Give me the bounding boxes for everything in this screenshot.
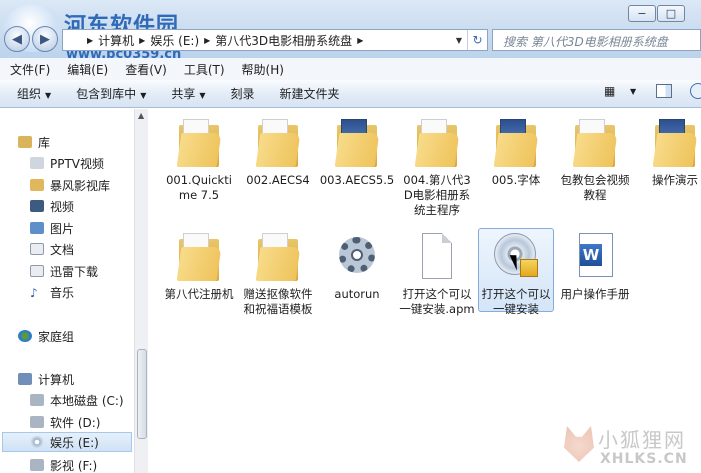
preview-pane-icon[interactable] <box>656 84 672 98</box>
search-input[interactable]: 搜索 第八代3D电影相册系统盘 <box>492 29 701 51</box>
nav-item-drive-f[interactable]: 影视 (F:) <box>30 455 97 473</box>
breadcrumb-drive-e[interactable]: 娱乐 (E:) <box>147 32 202 49</box>
menu-tools[interactable]: 工具(T) <box>174 61 232 78</box>
menu-file[interactable]: 文件(F) <box>0 61 57 78</box>
scroll-up-icon[interactable]: ▲ <box>138 111 144 120</box>
chevron-right-icon[interactable]: ▶ <box>137 36 147 45</box>
command-bar: 组织 ▼ 包含到库中 ▼ 共享 ▼ 刻录 新建文件夹 <box>0 80 701 108</box>
drive-icon <box>30 416 44 428</box>
file-item-installer[interactable]: 打开这个可以一键安装 <box>478 228 554 317</box>
burn-button[interactable]: 刻录 <box>214 85 263 102</box>
file-item-fonts[interactable]: 005.字体 <box>478 117 554 188</box>
menu-help[interactable]: 帮助(H) <box>232 61 291 78</box>
navigation-pane: 库 PPTV视频 暴风影视库 视频 图片 文档 迅雷下载 ♪ 音乐 家庭组 计算机… <box>0 109 134 473</box>
menu-edit[interactable]: 编辑(E) <box>57 61 115 78</box>
include-in-library-button[interactable]: 包含到库中 ▼ <box>59 85 154 102</box>
nav-buttons: ◀ ▶ <box>4 26 60 52</box>
maximize-button[interactable]: □ <box>657 5 685 22</box>
chevron-down-icon[interactable]: ▼ <box>630 87 636 96</box>
menu-view[interactable]: 查看(V) <box>115 61 174 78</box>
refresh-icon[interactable]: ↻ <box>467 30 487 50</box>
file-item-keygen[interactable]: 第八代注册机 <box>161 231 237 302</box>
new-folder-button[interactable]: 新建文件夹 <box>263 85 348 102</box>
menu-bar: 文件(F) 编辑(E) 查看(V) 工具(T) 帮助(H) <box>0 58 701 80</box>
file-list: 001.Quicktime 7.5 002.AECS4 003.AECS5.5 … <box>149 109 701 473</box>
document-icon <box>30 243 44 255</box>
file-item-apm[interactable]: 打开这个可以一键安装.apm <box>399 231 475 317</box>
nav-item-pictures[interactable]: 图片 <box>30 218 74 238</box>
file-item-main-program[interactable]: 004.第八代3D电影相册系统主程序 <box>399 117 475 218</box>
drive-icon <box>30 394 44 406</box>
library-icon <box>18 136 32 148</box>
share-button[interactable]: 共享 ▼ <box>154 85 213 102</box>
homegroup-icon <box>18 330 32 342</box>
folder-icon <box>30 157 44 169</box>
folder-icon <box>254 231 302 283</box>
file-item-demo[interactable]: 操作演示 <box>637 117 701 188</box>
file-item-autorun[interactable]: autorun <box>319 231 395 302</box>
address-dropdown-icon[interactable]: ▼ <box>451 30 467 50</box>
nav-item-documents[interactable]: 文档 <box>30 239 74 259</box>
video-icon <box>30 200 44 212</box>
folder-icon <box>413 117 461 169</box>
nav-item-pptv[interactable]: PPTV视频 <box>30 153 104 173</box>
watermark-bottom: 小狐狸网 XHLKS.CN <box>560 420 701 473</box>
folder-icon <box>254 117 302 169</box>
folder-icon <box>175 117 223 169</box>
file-item-video-tutorial[interactable]: 包教包会视频教程 <box>557 117 633 203</box>
title-bar: 河东软件园 www.pc0359.cn − □ ◀ ▶ ▶ 计算机 ▶ 娱乐 (… <box>0 0 701 62</box>
chevron-right-icon[interactable]: ▶ <box>355 36 365 45</box>
music-icon: ♪ <box>30 286 38 300</box>
chevron-down-icon: ▼ <box>45 91 52 100</box>
nav-item-computer[interactable]: 计算机 <box>18 369 74 389</box>
nav-item-homegroup[interactable]: 家庭组 <box>18 326 74 346</box>
breadcrumb-computer[interactable]: 计算机 <box>95 32 137 49</box>
breadcrumb-current-folder[interactable]: 第八代3D电影相册系统盘 <box>212 32 355 49</box>
chevron-right-icon[interactable]: ▶ <box>202 36 212 45</box>
file-item-aecs4[interactable]: 002.AECS4 <box>240 117 316 188</box>
chevron-down-icon: ▼ <box>140 91 147 100</box>
file-item-aecs55[interactable]: 003.AECS5.5 <box>319 117 395 188</box>
nav-item-video[interactable]: 视频 <box>30 196 74 216</box>
computer-icon <box>18 373 32 385</box>
fox-logo-icon <box>564 426 594 462</box>
download-folder-icon <box>30 265 44 277</box>
nav-item-music[interactable]: ♪ 音乐 <box>30 282 74 302</box>
help-icon[interactable] <box>690 83 701 99</box>
folder-icon <box>651 117 699 169</box>
picture-icon <box>30 222 44 234</box>
back-button[interactable]: ◀ <box>4 26 30 52</box>
word-document-icon: W <box>571 231 619 283</box>
cd-drive-icon <box>30 436 44 448</box>
navigation-scrollbar[interactable]: ▲ <box>134 109 148 473</box>
forward-button[interactable]: ▶ <box>32 26 58 52</box>
blank-file-icon <box>413 231 461 283</box>
nav-item-drive-d[interactable]: 软件 (D:) <box>30 412 100 432</box>
nav-item-xunlei[interactable]: 迅雷下载 <box>30 261 98 281</box>
chevron-right-icon: ▶ <box>87 35 94 45</box>
address-bar[interactable]: ▶ 计算机 ▶ 娱乐 (E:) ▶ 第八代3D电影相册系统盘 ▶ ▼ ↻ <box>62 29 488 51</box>
file-item-quicktime[interactable]: 001.Quicktime 7.5 <box>161 117 237 203</box>
nav-item-drive-e[interactable]: 娱乐 (E:) <box>2 432 132 452</box>
nav-item-drive-c[interactable]: 本地磁盘 (C:) <box>30 390 124 410</box>
view-options-icon[interactable]: ▦ <box>604 84 615 98</box>
minimize-button[interactable]: − <box>628 5 656 22</box>
organize-button[interactable]: 组织 ▼ <box>0 85 59 102</box>
folder-icon <box>571 117 619 169</box>
chevron-down-icon: ▼ <box>199 91 206 100</box>
settings-file-icon <box>333 231 381 283</box>
drive-icon <box>30 459 44 471</box>
folder-icon <box>333 117 381 169</box>
scrollbar-thumb[interactable] <box>137 349 147 439</box>
nav-item-library[interactable]: 库 <box>18 132 50 152</box>
folder-icon <box>175 231 223 283</box>
file-item-user-manual[interactable]: W 用户操作手册 <box>557 231 633 302</box>
nav-item-baofeng[interactable]: 暴风影视库 <box>30 175 110 195</box>
file-item-bonus-templates[interactable]: 赠送抠像软件和祝福语模板 <box>240 231 316 317</box>
folder-icon <box>492 117 540 169</box>
folder-icon <box>30 179 44 191</box>
